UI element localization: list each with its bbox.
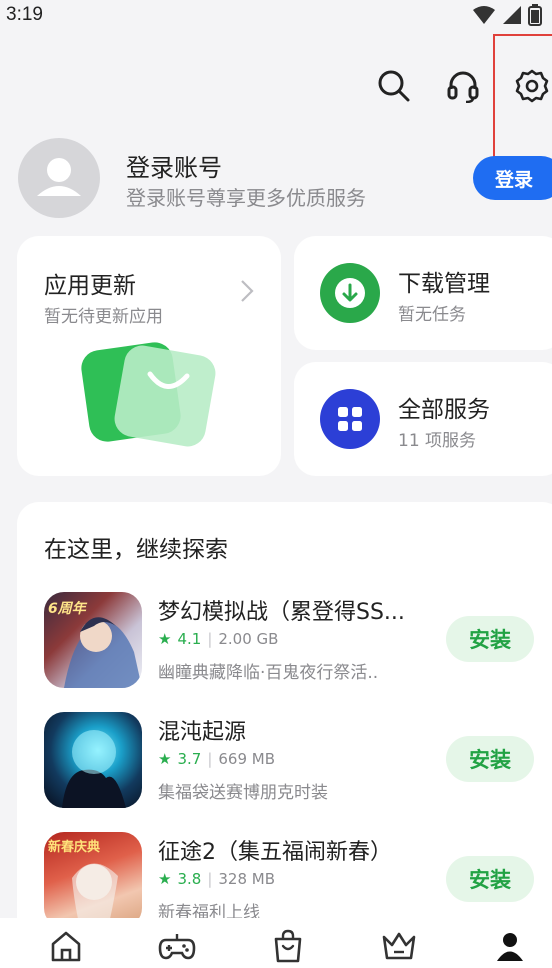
app-size: 2.00 GB [218,630,279,648]
all-services-card[interactable]: 全部服务 11 项服务 [294,362,552,476]
status-time: 3:19 [6,4,43,25]
app-name: 混沌起源 [158,720,247,745]
grid-icon [320,389,380,449]
star-icon: ★ [158,630,172,648]
search-icon [378,70,410,102]
download-manager-subtitle: 暂无任务 [398,305,466,325]
app-rating: 3.8 [177,870,202,888]
account-subtitle: 登录账号尊享更多优质服务 [126,186,366,210]
profile-icon [497,933,523,961]
login-button[interactable]: 登录 [473,156,552,200]
all-services-subtitle: 11 项服务 [398,431,477,451]
meta-divider: | [207,870,213,888]
crown-icon [382,932,416,960]
install-button[interactable]: 安装 [446,856,534,902]
star-icon: ★ [158,870,172,888]
list-item[interactable]: 混沌起源 ★ 3.7 | 669 MB 集福袋送赛博朋克时装 安装 [44,712,552,812]
app-rating: 4.1 [177,630,202,648]
app-meta: ★ 3.8 | 328 MB [158,870,275,888]
explore-title: 在这里，继续探索 [44,537,228,563]
star-icon: ★ [158,750,172,768]
bottom-nav [0,918,552,968]
festival-badge: 新春庆典 [48,840,101,855]
app-store-bag-icon [81,342,216,447]
default-avatar-icon [37,158,81,196]
status-bar: 3:19 [0,0,552,34]
nav-rankings[interactable] [379,928,419,964]
account-section[interactable]: 登录账号 登录账号尊享更多优质服务 登录 [18,138,552,218]
app-icon-hundun[interactable] [44,712,142,808]
nav-games[interactable] [157,928,197,964]
headset-icon [447,71,479,103]
battery-icon [528,4,542,26]
download-icon [320,263,380,323]
list-item[interactable]: 新春庆典 征途2（集五福闹新春） ★ 3.8 | 328 MB 新春福利上线 安… [44,832,552,932]
app-name: 梦幻模拟战（累登得SS... [158,600,405,625]
nav-home[interactable] [46,928,86,964]
app-icon-mengtuan[interactable]: 6周年 [44,592,142,688]
app-meta: ★ 3.7 | 669 MB [158,750,275,768]
app-description: 集福袋送赛博朋克时装 [158,783,328,803]
game-controller-icon [158,934,196,960]
top-actions [0,62,552,110]
app-size: 669 MB [218,750,276,768]
status-icons [472,4,542,26]
meta-divider: | [207,750,213,768]
app-size: 328 MB [218,870,276,888]
app-rating: 3.7 [177,750,202,768]
signal-icon [503,6,521,24]
app-update-card[interactable]: 应用更新 暂无待更新应用 [17,236,281,476]
account-title: 登录账号 [126,154,222,182]
home-icon [51,931,81,962]
shopping-bag-icon [274,929,302,963]
nav-apps[interactable] [268,928,308,964]
avatar[interactable] [18,138,100,218]
app-update-title: 应用更新 [44,273,136,299]
anniversary-badge: 6周年 [48,601,86,617]
download-manager-card[interactable]: 下载管理 暂无任务 [294,236,552,350]
app-name: 征途2（集五福闹新春） [158,840,392,865]
chevron-right-icon [241,280,254,302]
download-manager-title: 下载管理 [398,271,490,297]
wifi-icon [473,6,495,24]
app-icon-zhengtu[interactable]: 新春庆典 [44,832,142,928]
list-item[interactable]: 6周年 梦幻模拟战（累登得SS... ★ 4.1 | 2.00 GB 幽瞳典藏降… [44,592,552,692]
app-meta: ★ 4.1 | 2.00 GB [158,630,278,648]
app-update-subtitle: 暂无待更新应用 [44,307,163,327]
install-button[interactable]: 安装 [446,616,534,662]
meta-divider: | [207,630,213,648]
all-services-title: 全部服务 [398,397,490,423]
customer-service-button[interactable] [441,62,485,110]
nav-profile[interactable] [490,928,530,964]
game-art-icon [62,730,126,808]
app-description: 幽瞳典藏降临·百鬼夜行祭活.. [158,663,379,683]
search-button[interactable] [372,62,416,110]
install-button[interactable]: 安装 [446,736,534,782]
